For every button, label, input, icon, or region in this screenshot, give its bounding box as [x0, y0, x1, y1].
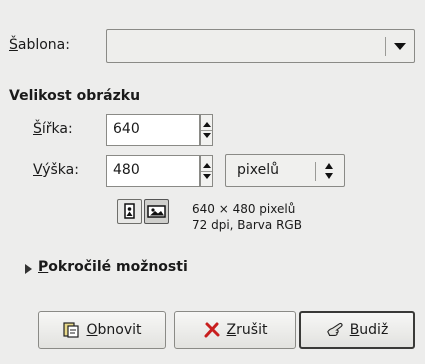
reset-label-text: bnovit: [97, 322, 142, 338]
ok-icon: [326, 321, 344, 339]
width-input[interactable]: 640: [106, 114, 200, 146]
ok-button[interactable]: Budiž: [299, 311, 415, 349]
template-label: Šablona:: [9, 37, 70, 53]
cancel-label: Zrušit: [227, 322, 268, 338]
advanced-mnemonic: P: [38, 259, 49, 275]
ok-mnemonic: B: [349, 322, 360, 338]
reset-label: Obnovit: [86, 322, 141, 338]
expander-arrow-icon[interactable]: [25, 264, 32, 274]
spin-down-icon[interactable]: [203, 133, 211, 138]
advanced-label-text: okročilé možnosti: [48, 259, 188, 275]
width-label-text: ířka:: [41, 121, 73, 137]
reset-button[interactable]: Obnovit: [38, 311, 166, 349]
cancel-icon: [203, 321, 221, 339]
spin-up-icon[interactable]: [203, 122, 211, 127]
size-info-resolution: 72 dpi, Barva RGB: [192, 218, 302, 232]
combo-separator: [315, 162, 316, 181]
image-size-heading: Velikost obrázku: [9, 88, 141, 104]
reset-icon: [62, 321, 80, 339]
height-spinner[interactable]: [200, 155, 213, 187]
ok-label: Budiž: [350, 322, 389, 338]
landscape-button[interactable]: [144, 199, 169, 224]
height-value: 480: [113, 162, 140, 178]
portrait-icon: [124, 203, 135, 219]
reset-mnemonic: O: [86, 322, 98, 338]
spin-divider: [201, 130, 212, 131]
width-label-mnemonic: Š: [33, 121, 42, 137]
template-combo[interactable]: [106, 29, 415, 63]
unit-value: pixelů: [237, 162, 280, 178]
cancel-mnemonic: Z: [226, 322, 237, 338]
height-label: Výška:: [33, 162, 79, 178]
advanced-options-expander[interactable]: Pokročilé možnosti: [38, 259, 188, 275]
chevron-down-icon: [394, 43, 406, 50]
spin-divider: [201, 171, 212, 172]
ok-label-text: udiž: [359, 322, 389, 338]
spin-down-icon[interactable]: [203, 174, 211, 179]
height-label-text: ýška:: [42, 162, 79, 178]
height-label-mnemonic: V: [33, 162, 43, 178]
cancel-button[interactable]: Zrušit: [174, 311, 296, 349]
cancel-label-text: rušit: [236, 322, 268, 338]
spin-up-icon[interactable]: [203, 163, 211, 168]
template-label-mnemonic: Š: [9, 37, 18, 53]
width-spinner[interactable]: [200, 114, 213, 146]
template-label-text: ablona:: [17, 37, 70, 53]
height-input[interactable]: 480: [106, 155, 200, 187]
chevron-up-icon: [325, 163, 333, 169]
size-info-dimensions: 640 × 480 pixelů: [192, 202, 296, 216]
width-value: 640: [113, 121, 140, 137]
combo-separator: [385, 37, 386, 56]
size-info: 640 × 480 pixelů 72 dpi, Barva RGB: [192, 201, 302, 233]
chevron-down-icon: [325, 173, 333, 179]
unit-combo[interactable]: pixelů: [225, 154, 345, 187]
portrait-button[interactable]: [117, 199, 142, 224]
width-label: Šířka:: [33, 121, 73, 137]
landscape-icon: [147, 205, 166, 218]
